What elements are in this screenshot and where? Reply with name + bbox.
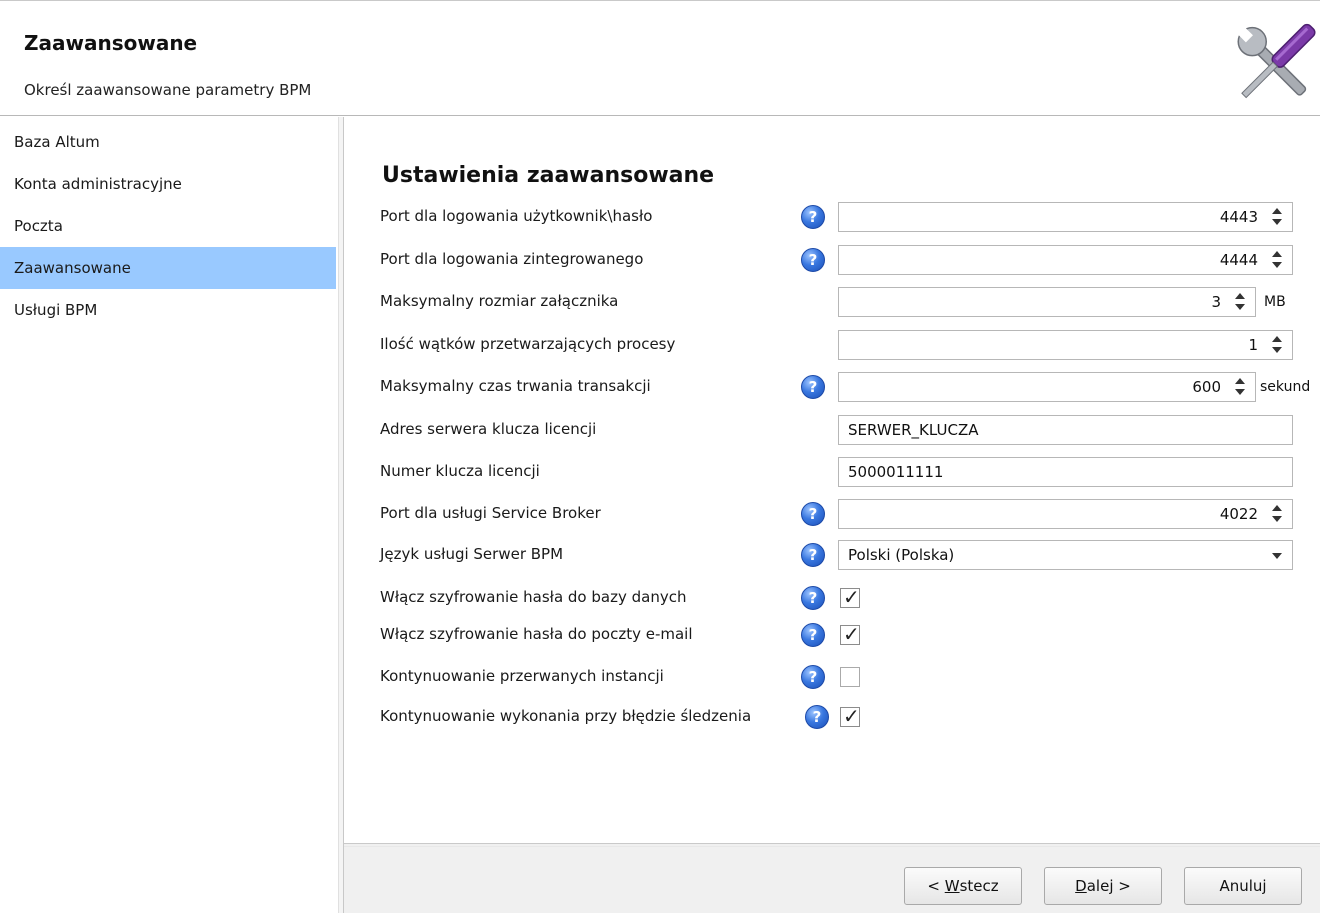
row-continue-on-trace-error: Kontynuowanie wykonania przy błędzie śle… — [344, 702, 1320, 732]
cancel-button[interactable]: Anuluj — [1184, 867, 1302, 905]
checkmark-icon: ✓ — [843, 585, 860, 609]
help-icon[interactable]: ? — [801, 543, 825, 567]
thread-count-stepper[interactable]: 1 — [838, 330, 1293, 360]
field-label: Włącz szyfrowanie hasła do bazy danych — [380, 588, 687, 606]
license-key-input[interactable]: 5000011111 — [838, 457, 1293, 487]
field-value: 3 — [1211, 293, 1221, 311]
field-label: Język usługi Serwer BPM — [380, 545, 564, 563]
help-icon[interactable]: ? — [801, 205, 825, 229]
help-icon[interactable]: ? — [801, 586, 825, 610]
field-value: 4022 — [1219, 505, 1258, 523]
field-label: Kontynuowanie wykonania przy błędzie śle… — [380, 707, 752, 725]
field-label: Port dla logowania użytkownik\hasło — [380, 207, 653, 225]
sidebar-item-baza-altum[interactable]: Baza Altum — [0, 121, 336, 163]
field-label: Port dla usługi Service Broker — [380, 504, 601, 522]
row-license-server: Adres serwera klucza licencji SERWER_KLU… — [344, 415, 1320, 445]
next-button[interactable]: Dalej > — [1044, 867, 1162, 905]
field-value: 5000011111 — [848, 463, 944, 481]
port-integrated-stepper[interactable]: 4444 — [838, 245, 1293, 275]
row-thread-count: Ilość wątków przetwarzających procesy 1 — [344, 330, 1320, 360]
spinner-icon[interactable] — [1270, 249, 1284, 271]
service-broker-port-stepper[interactable]: 4022 — [838, 499, 1293, 529]
help-icon[interactable]: ? — [801, 375, 825, 399]
spinner-icon[interactable] — [1233, 376, 1247, 398]
chevron-down-icon[interactable] — [1272, 553, 1282, 559]
field-value: 4443 — [1219, 208, 1258, 226]
spinner-icon[interactable] — [1270, 334, 1284, 356]
unit-label: sekund — [1260, 379, 1311, 395]
settings-panel: Ustawienia zaawansowane Port dla logowan… — [344, 117, 1320, 843]
row-encrypt-db: Włącz szyfrowanie hasła do bazy danych ?… — [344, 583, 1320, 613]
row-port-integrated: Port dla logowania zintegrowanego ? 4444 — [344, 245, 1320, 275]
button-label: stecz — [959, 877, 999, 895]
spinner-icon[interactable] — [1270, 503, 1284, 525]
unit-label: MB — [1264, 294, 1286, 310]
field-label: Włącz szyfrowanie hasła do poczty e-mail — [380, 625, 693, 643]
field-label: Port dla logowania zintegrowanego — [380, 250, 644, 268]
sidebar-item-konta-administracyjne[interactable]: Konta administracyjne — [0, 163, 336, 205]
sidebar-item-uslugi-bpm[interactable]: Usługi BPM — [0, 289, 336, 331]
encrypt-mail-checkbox[interactable]: ✓ — [840, 622, 860, 646]
back-button[interactable]: < Wstecz — [904, 867, 1022, 905]
field-value: 600 — [1192, 378, 1221, 396]
help-icon[interactable]: ? — [801, 665, 825, 689]
field-value: SERWER_KLUCZA — [848, 421, 979, 439]
field-label: Maksymalny rozmiar załącznika — [380, 292, 619, 310]
row-license-key: Numer klucza licencji 5000011111 — [344, 457, 1320, 487]
wizard-footer: < Wstecz Dalej > Anuluj — [344, 847, 1320, 913]
row-service-broker-port: Port dla usługi Service Broker ? 4022 — [344, 499, 1320, 529]
sidebar-item-poczta[interactable]: Poczta — [0, 205, 336, 247]
license-server-input[interactable]: SERWER_KLUCZA — [838, 415, 1293, 445]
checkmark-icon: ✓ — [843, 622, 860, 646]
spinner-icon[interactable] — [1270, 206, 1284, 228]
max-attachment-stepper[interactable]: 3 — [838, 287, 1256, 317]
button-label: alej > — [1086, 877, 1131, 895]
mnemonic-letter: W — [944, 877, 960, 895]
row-bpm-language: Język usługi Serwer BPM ? Polski (Polska… — [344, 540, 1320, 570]
section-title: Ustawienia zaawansowane — [382, 163, 715, 188]
field-label: Kontynuowanie przerwanych instancji — [380, 667, 664, 685]
button-label: < — [927, 877, 945, 895]
field-label: Numer klucza licencji — [380, 462, 540, 480]
row-port-userpass: Port dla logowania użytkownik\hasło ? 44… — [344, 202, 1320, 232]
page-title: Zaawansowane — [24, 31, 198, 55]
encrypt-db-checkbox[interactable]: ✓ — [840, 585, 860, 609]
help-icon[interactable]: ? — [801, 623, 825, 647]
spinner-icon[interactable] — [1233, 291, 1247, 313]
field-label: Maksymalny czas trwania transakcji — [380, 377, 651, 395]
field-value: Polski (Polska) — [848, 546, 955, 564]
field-label: Adres serwera klucza licencji — [380, 420, 597, 438]
help-icon[interactable]: ? — [801, 502, 825, 526]
bpm-language-select[interactable]: Polski (Polska) — [838, 540, 1293, 570]
help-icon[interactable]: ? — [805, 705, 829, 729]
page-subtitle: Określ zaawansowane parametry BPM — [24, 81, 312, 99]
help-icon[interactable]: ? — [801, 248, 825, 272]
max-transaction-stepper[interactable]: 600 — [838, 372, 1256, 402]
checkmark-icon: ✓ — [843, 704, 860, 728]
row-encrypt-mail: Włącz szyfrowanie hasła do poczty e-mail… — [344, 620, 1320, 650]
field-value: 4444 — [1219, 251, 1258, 269]
wizard-steps-sidebar: Baza Altum Konta administracyjne Poczta … — [0, 117, 338, 913]
row-max-attachment: Maksymalny rozmiar załącznika 3 MB — [344, 287, 1320, 317]
mnemonic-letter: D — [1075, 877, 1087, 895]
field-value: 1 — [1248, 336, 1258, 354]
tools-icon — [1237, 23, 1316, 99]
sidebar-item-zaawansowane[interactable]: Zaawansowane — [0, 247, 336, 289]
wizard-header: Zaawansowane Określ zaawansowane paramet… — [0, 0, 1320, 116]
continue-on-trace-error-checkbox[interactable]: ✓ — [840, 704, 860, 728]
continue-instances-checkbox[interactable] — [840, 667, 860, 687]
field-label: Ilość wątków przetwarzających procesy — [380, 335, 676, 353]
port-userpass-stepper[interactable]: 4443 — [838, 202, 1293, 232]
row-continue-instances: Kontynuowanie przerwanych instancji ? — [344, 662, 1320, 692]
row-max-transaction: Maksymalny czas trwania transakcji ? 600… — [344, 372, 1320, 402]
